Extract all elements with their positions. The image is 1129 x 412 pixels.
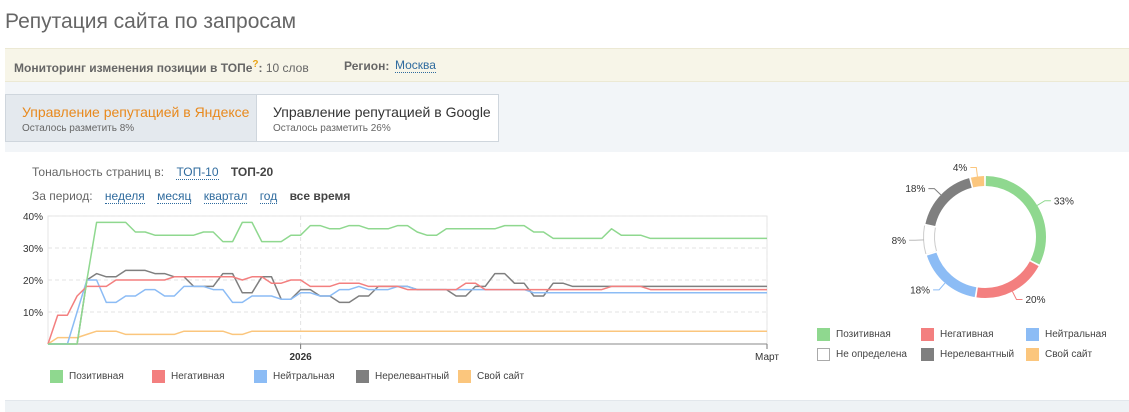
legend-item-own-site[interactable]: Свой сайт [458, 370, 524, 383]
y-tick-label: 10% [23, 308, 43, 319]
pie-legend-positive[interactable]: Позитивная [817, 328, 891, 341]
pie-legend: Позитивная Негативная Нейтральная Не опр… [815, 328, 1125, 368]
pie-legend-own-site[interactable]: Свой сайт [1026, 348, 1092, 361]
swatch-positive [817, 328, 830, 341]
tonality-label: Тональность страниц в: [32, 165, 165, 179]
region-label: Регион: [344, 59, 390, 73]
slice-connector [1011, 291, 1023, 301]
tab-title: Управление репутацией в Google [273, 104, 491, 120]
slice-connector [970, 167, 978, 177]
slice-label: 20% [1025, 295, 1045, 306]
y-tick-label: 40% [23, 212, 43, 223]
y-tick-label: 30% [23, 244, 43, 255]
donut-slice [970, 176, 985, 188]
slice-connector [1036, 200, 1051, 206]
swatch-own-site [458, 370, 471, 383]
slice-label: 33% [1054, 196, 1074, 207]
chart-panel: Тональность страниц в: ТОП-10 ТОП-20 За … [5, 152, 1129, 400]
pie-legend-negative[interactable]: Негативная [921, 328, 994, 341]
slice-label: 8% [892, 236, 907, 247]
legend-item-negative[interactable]: Негативная [152, 370, 225, 383]
period-option-all[interactable]: все время [290, 189, 351, 203]
monitoring-bar: Мониторинг изменения позиции в ТОПе?: 10… [5, 48, 1129, 82]
region-link[interactable]: Москва [395, 59, 436, 73]
monitoring-label: Мониторинг изменения позиции в ТОПе?: 10… [14, 59, 309, 75]
pie-legend-neutral[interactable]: Нейтральная [1026, 328, 1107, 341]
tonality-option-top10[interactable]: ТОП-10 [176, 166, 219, 180]
swatch-irrelevant [921, 348, 934, 361]
line-legend: Позитивная Негативная Нейтральная Нереле… [5, 370, 605, 390]
donut-slice [924, 225, 937, 254]
tab-yandex[interactable]: Управление репутацией в Яндексе Осталось… [5, 94, 257, 142]
swatch-positive [50, 370, 63, 383]
tab-title: Управление репутацией в Яндексе [22, 104, 250, 120]
donut-slice [985, 176, 1046, 265]
donut-slice [976, 261, 1039, 298]
legend-item-positive[interactable]: Позитивная [50, 370, 124, 383]
donut-slice [926, 252, 977, 298]
bottom-strip [5, 400, 1129, 412]
page-title: Репутация сайта по запросам [5, 10, 297, 33]
swatch-neutral [254, 370, 267, 383]
tabs-area: Управление репутацией в Яндексе Осталось… [5, 82, 1129, 152]
x-tick-label: Март [755, 352, 779, 363]
pie-legend-irrelevant[interactable]: Нерелевантный [921, 348, 1014, 361]
slice-connector [933, 282, 946, 291]
period-label: За период: [32, 189, 93, 203]
tab-google[interactable]: Управление репутацией в Google Осталось … [256, 94, 499, 142]
y-tick-label: 20% [23, 276, 43, 287]
x-tick-label: 2026 [289, 352, 312, 363]
tab-subtitle: Осталось разметить 26% [273, 123, 391, 134]
tonality-filter: Тональность страниц в: ТОП-10 ТОП-20 [32, 165, 273, 180]
swatch-negative [921, 328, 934, 341]
tab-subtitle: Осталось разметить 8% [22, 123, 135, 134]
swatch-neutral [1026, 328, 1039, 341]
swatch-undefined [817, 348, 830, 361]
swatch-own-site [1026, 348, 1039, 361]
monitoring-count: 10 слов [265, 61, 309, 75]
slice-connector [928, 188, 942, 196]
slice-label: 18% [905, 184, 925, 195]
swatch-irrelevant [356, 370, 369, 383]
donut-slice [925, 178, 972, 227]
legend-item-irrelevant[interactable]: Нерелевантный [356, 370, 449, 383]
slice-label: 4% [953, 163, 968, 174]
pie-legend-undefined[interactable]: Не определена [817, 348, 907, 361]
swatch-negative [152, 370, 165, 383]
slice-label: 18% [910, 285, 930, 296]
legend-item-neutral[interactable]: Нейтральная [254, 370, 335, 383]
donut-chart: 33% 20% 18% 8% 18% 4% [892, 163, 1074, 306]
tonality-option-top20[interactable]: ТОП-20 [231, 165, 273, 179]
